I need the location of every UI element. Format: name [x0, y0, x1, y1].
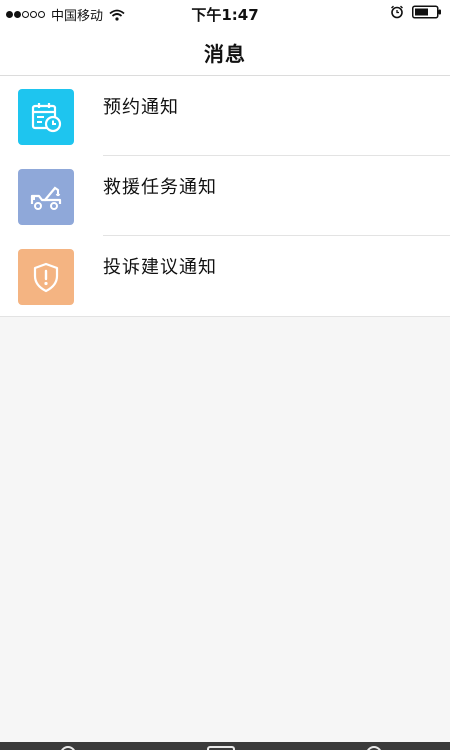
tab-icon[interactable] [60, 746, 76, 750]
notification-item-rescue-task[interactable]: 救援任务通知 [0, 156, 450, 236]
navigation-bar: 消息 [0, 26, 450, 76]
status-time: 下午1:47 [191, 6, 259, 24]
status-right [390, 5, 442, 19]
alarm-icon [391, 5, 403, 19]
tow-truck-icon [18, 169, 74, 225]
notification-label: 投诉建议通知 [103, 257, 217, 278]
notification-label: 救援任务通知 [103, 177, 217, 198]
notification-item-complaint[interactable]: 投诉建议通知 [0, 236, 450, 316]
status-bar: 中国移动 下午1:47 [0, 0, 450, 26]
page-title: 消息 [204, 42, 246, 66]
battery-icon [412, 5, 441, 19]
tab-icon[interactable] [207, 746, 235, 750]
shield-alert-icon [18, 249, 74, 305]
notification-item-appointment[interactable]: 预约通知 [0, 76, 450, 156]
notification-label: 预约通知 [103, 97, 179, 118]
notification-list: 预约通知 救援任务通知 投诉建议通知 [0, 76, 450, 317]
tab-icon[interactable] [366, 746, 382, 750]
tab-bar [0, 742, 450, 750]
calendar-clock-icon [18, 89, 74, 145]
